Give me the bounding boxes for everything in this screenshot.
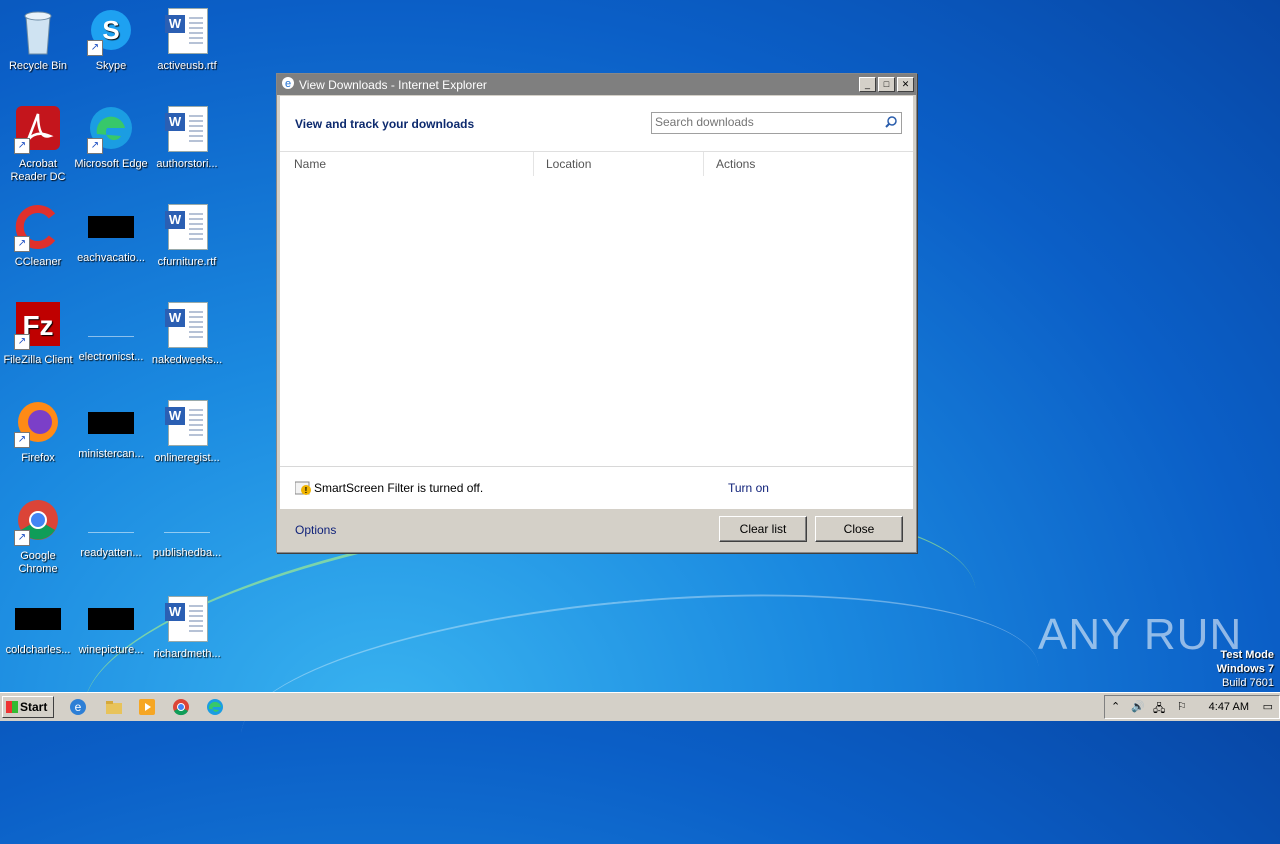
desktop-icon-winepicture[interactable]: winepicture... bbox=[73, 596, 149, 657]
search-input[interactable] bbox=[652, 113, 875, 131]
test-mode-label: Test Mode Windows 7 Build 7601 bbox=[1216, 649, 1274, 689]
svg-text:e: e bbox=[285, 78, 291, 90]
desktop-icon-ministercan[interactable]: ministercan... bbox=[73, 400, 149, 461]
shortcut-arrow-icon: ↗ bbox=[87, 40, 103, 56]
redacted-thumbnail bbox=[15, 608, 61, 630]
svg-text:!: ! bbox=[305, 486, 308, 495]
edge-icon: ↗ bbox=[87, 106, 135, 154]
desktop-icon-skype[interactable]: S ↗ Skype bbox=[73, 8, 149, 73]
window-client: View and track your downloads Name Locat… bbox=[280, 96, 913, 549]
minimize-button[interactable]: _ bbox=[859, 77, 876, 92]
maximize-button[interactable]: □ bbox=[878, 77, 895, 92]
shortcut-arrow-icon: ↗ bbox=[14, 236, 30, 252]
chrome-icon: ↗ bbox=[14, 498, 62, 546]
skype-icon: S ↗ bbox=[87, 8, 135, 56]
dialog-footer: Options Clear list Close bbox=[280, 509, 913, 549]
clear-list-button[interactable]: Clear list bbox=[719, 516, 807, 542]
window-titlebar[interactable]: e View Downloads - Internet Explorer _ □… bbox=[277, 74, 916, 95]
close-window-button[interactable]: ✕ bbox=[897, 77, 914, 92]
desktop-icon-nakedweeks[interactable]: W nakedweeks... bbox=[149, 302, 225, 367]
redacted-thumbnail bbox=[88, 608, 134, 630]
svg-text:e: e bbox=[75, 700, 82, 714]
show-hidden-icons-chevron-icon[interactable]: ⌃ bbox=[1111, 700, 1120, 713]
ccleaner-icon: ↗ bbox=[14, 204, 62, 252]
shortcut-arrow-icon: ↗ bbox=[14, 432, 30, 448]
taskbar-explorer-icon[interactable] bbox=[104, 697, 124, 717]
action-center-flag-icon[interactable]: ⚐ bbox=[1177, 700, 1187, 713]
desktop-icon-eachvacatio[interactable]: eachvacatio... bbox=[73, 204, 149, 265]
desktop-icon-edge[interactable]: ↗ Microsoft Edge bbox=[73, 106, 149, 171]
taskbar-ie-icon[interactable]: e bbox=[68, 697, 88, 717]
desktop-icon-authorstori[interactable]: W authorstori... bbox=[149, 106, 225, 171]
column-header-location[interactable]: Location bbox=[534, 152, 704, 176]
window-title: View Downloads - Internet Explorer bbox=[299, 77, 487, 92]
system-tray: ⌃ 🔊 🖧 ⚐ 4:47 AM ▭ bbox=[1104, 695, 1280, 719]
taskbar-chrome-icon[interactable] bbox=[171, 697, 191, 717]
search-icon[interactable] bbox=[885, 116, 897, 128]
blank-thumbnail bbox=[88, 510, 134, 533]
acrobat-icon: ↗ bbox=[14, 106, 62, 154]
smartscreen-bar: ! SmartScreen Filter is turned off. Turn… bbox=[280, 466, 913, 509]
desktop-icon-recycle-bin[interactable]: Recycle Bin bbox=[0, 8, 76, 73]
column-header-name[interactable]: Name bbox=[282, 152, 534, 176]
taskbar-edge-icon[interactable] bbox=[205, 697, 225, 717]
search-box[interactable] bbox=[651, 112, 902, 134]
options-link[interactable]: Options bbox=[295, 523, 336, 537]
shortcut-arrow-icon: ↗ bbox=[14, 530, 30, 546]
volume-icon[interactable]: 🔊 bbox=[1131, 700, 1145, 713]
desktop-icon-activeusb[interactable]: W activeusb.rtf bbox=[149, 8, 225, 73]
show-desktop-icon[interactable]: ▭ bbox=[1263, 700, 1273, 713]
recycle-bin-icon bbox=[14, 8, 62, 56]
desktop-icon-readyatten[interactable]: readyatten... bbox=[73, 498, 149, 560]
word-document-icon: W bbox=[163, 204, 211, 252]
anyrun-watermark: ANY RUN bbox=[1038, 610, 1243, 659]
smartscreen-status-text: SmartScreen Filter is turned off. bbox=[314, 481, 484, 495]
redacted-thumbnail bbox=[88, 412, 134, 434]
column-header-actions[interactable]: Actions bbox=[704, 152, 913, 176]
desktop-icon-filezilla[interactable]: Fz ↗ FileZilla Client bbox=[0, 302, 76, 367]
smartscreen-warning-icon: ! bbox=[294, 481, 311, 495]
turn-on-link[interactable]: Turn on bbox=[728, 481, 769, 495]
word-document-icon: W bbox=[163, 596, 211, 644]
word-document-icon: W bbox=[163, 400, 211, 448]
close-button[interactable]: Close bbox=[815, 516, 903, 542]
desktop-icon-onlineregist[interactable]: W onlineregist... bbox=[149, 400, 225, 465]
desktop-icon-coldcharles[interactable]: coldcharles... bbox=[0, 596, 76, 657]
page-title: View and track your downloads bbox=[295, 117, 475, 131]
word-document-icon: W bbox=[163, 106, 211, 154]
firefox-icon: ↗ bbox=[14, 400, 62, 448]
start-button[interactable]: Start bbox=[2, 696, 54, 718]
blank-thumbnail bbox=[88, 314, 134, 337]
redacted-thumbnail bbox=[88, 216, 134, 238]
desktop-icon-ccleaner[interactable]: ↗ CCleaner bbox=[0, 204, 76, 269]
desktop-icon-chrome[interactable]: ↗ Google Chrome bbox=[0, 498, 76, 576]
blank-thumbnail bbox=[164, 510, 210, 533]
word-document-icon: W bbox=[163, 8, 211, 56]
shortcut-arrow-icon: ↗ bbox=[14, 334, 30, 350]
svg-text:S: S bbox=[102, 15, 119, 45]
taskbar: Start e ⌃ 🔊 🖧 ⚐ 4:47 AM ▭ bbox=[0, 692, 1280, 721]
shortcut-arrow-icon: ↗ bbox=[14, 138, 30, 154]
network-icon[interactable]: 🖧 bbox=[1153, 700, 1165, 719]
desktop-icon-electronicst[interactable]: electronicst... bbox=[73, 302, 149, 364]
clock[interactable]: 4:47 AM bbox=[1209, 701, 1249, 713]
column-header-row: Name Location Actions bbox=[280, 152, 913, 176]
downloads-list bbox=[280, 176, 913, 466]
filezilla-icon: Fz ↗ bbox=[14, 302, 62, 350]
downloads-header: View and track your downloads bbox=[280, 96, 913, 152]
desktop-icon-richardmeth[interactable]: W richardmeth... bbox=[149, 596, 225, 661]
shortcut-arrow-icon: ↗ bbox=[87, 138, 103, 154]
view-downloads-window: e View Downloads - Internet Explorer _ □… bbox=[276, 73, 917, 553]
desktop-icon-cfurniture[interactable]: W cfurniture.rtf bbox=[149, 204, 225, 269]
taskbar-media-player-icon[interactable] bbox=[137, 697, 157, 717]
desktop-icon-publishedba[interactable]: publishedba... bbox=[149, 498, 225, 560]
windows-flag-icon bbox=[6, 701, 18, 713]
desktop-icon-firefox[interactable]: ↗ Firefox bbox=[0, 400, 76, 465]
desktop-icon-acrobat[interactable]: ↗ Acrobat Reader DC bbox=[0, 106, 76, 184]
ie-icon: e bbox=[281, 76, 295, 93]
word-document-icon: W bbox=[163, 302, 211, 350]
